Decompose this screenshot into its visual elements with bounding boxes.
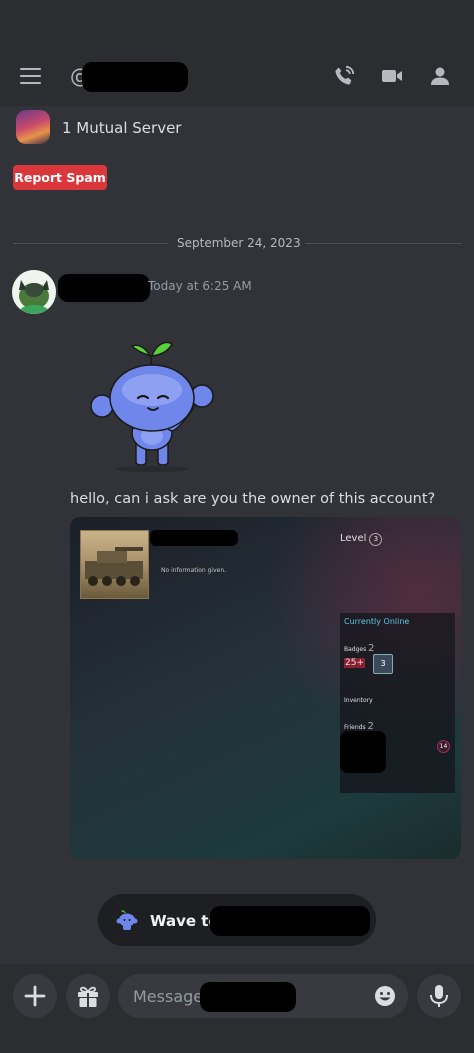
video-camera-icon[interactable] (380, 64, 404, 88)
gift-icon (78, 986, 98, 1007)
badges-count: 2 (368, 643, 375, 654)
redacted-channel-name (200, 982, 296, 1012)
avatar[interactable] (12, 270, 56, 314)
friends-label: Friends (344, 724, 366, 731)
profile-summary: No information given. (161, 567, 227, 574)
gift-button[interactable] (66, 974, 110, 1018)
badge-3: 3 (373, 654, 393, 674)
person-icon[interactable] (428, 64, 452, 88)
redacted-username (82, 62, 188, 92)
friends-count-badge: 14 (437, 740, 450, 753)
badges-section: Badges 2 (344, 643, 375, 654)
microphone-icon (430, 985, 448, 1007)
online-status: Currently Online (344, 617, 410, 626)
add-attachment-button[interactable] (13, 974, 57, 1018)
redacted-profile-name (150, 530, 238, 546)
report-spam-button[interactable]: Report Spam (13, 165, 107, 190)
level-value: 3 (369, 533, 383, 546)
profile-screenshot-embed[interactable]: No information given. Level 3 Currently O… (70, 517, 461, 859)
microphone-button[interactable] (417, 974, 461, 1018)
wave-label: Wave to (150, 912, 219, 930)
redacted-wave-target (210, 906, 370, 936)
divider-line-right (305, 243, 462, 244)
message-timestamp: Today at 6:25 AM (148, 279, 252, 293)
redacted-friends (340, 731, 386, 773)
plus-icon (24, 985, 46, 1007)
inventory-label: Inventory (344, 697, 373, 704)
redacted-author-name (58, 274, 150, 302)
level-label: Level (340, 533, 367, 544)
badges-label: Badges (344, 646, 367, 653)
divider-line-left (13, 243, 168, 244)
mutual-server-label: 1 Mutual Server (62, 119, 182, 137)
message-text: hello, can i ask are you the owner of th… (70, 491, 436, 507)
level-indicator: Level 3 (340, 533, 383, 546)
emoji-icon[interactable] (374, 985, 396, 1007)
wave-button[interactable]: Wave to (98, 894, 376, 946)
profile-avatar-image (80, 530, 149, 599)
wumpus-icon (116, 910, 138, 930)
message-composer-bar (0, 964, 474, 1053)
phone-call-icon[interactable] (332, 64, 356, 88)
hamburger-icon[interactable] (20, 68, 41, 84)
date-label: September 24, 2023 (177, 236, 301, 250)
wumpus-wave-sticker[interactable] (88, 338, 216, 474)
badge-25: 25+ (344, 658, 365, 668)
server-icon (16, 110, 50, 144)
profile-status-panel: Currently Online Badges 2 25+ 3 Inventor… (340, 613, 455, 793)
top-bar: @ (0, 0, 474, 106)
date-divider: September 24, 2023 (13, 233, 462, 253)
